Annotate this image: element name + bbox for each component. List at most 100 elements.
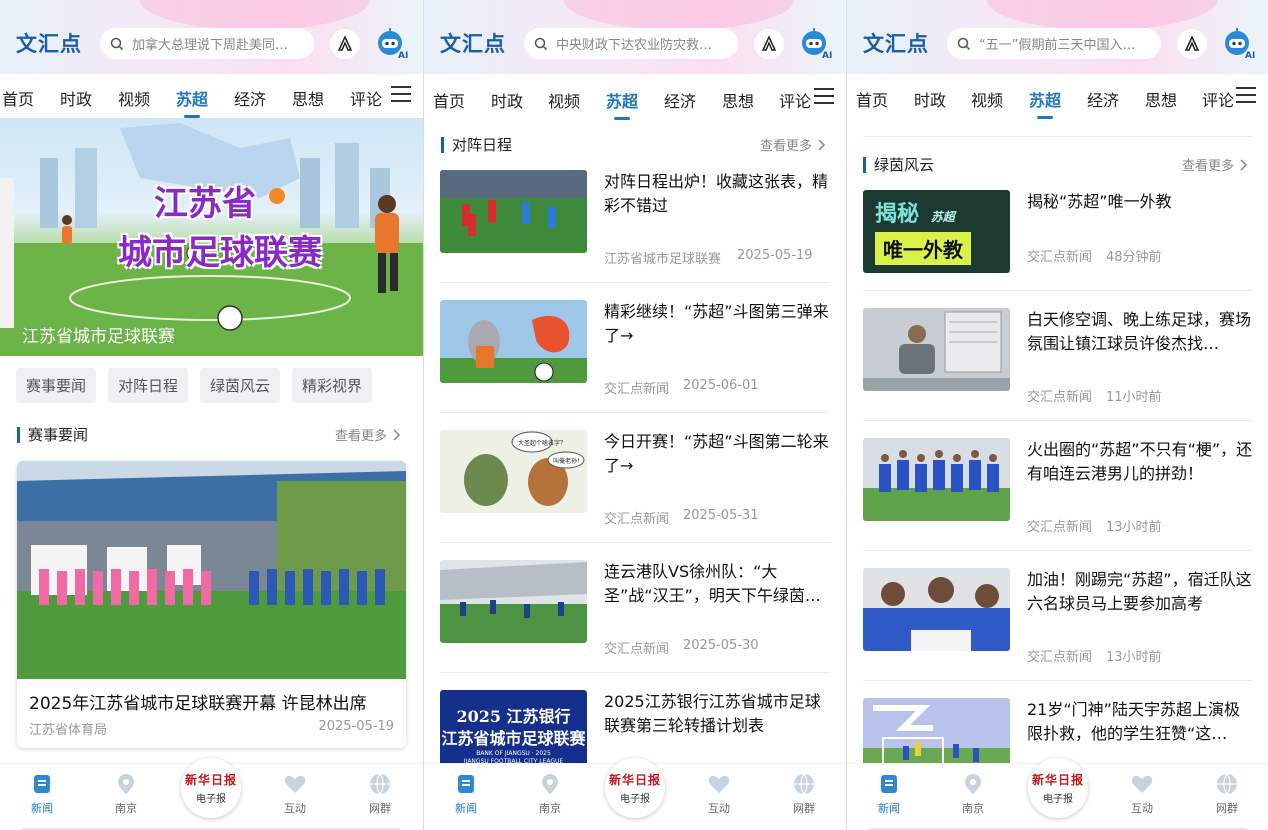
screen-1: 文汇点 加拿大总理说下周赴美同… AI 首页 时政 视频 苏超 经济 思想 评论	[0, 0, 423, 830]
tab-politics[interactable]: 时政	[60, 86, 92, 110]
header: 文汇点 中央财政下达农业防灾救… AI	[424, 0, 846, 74]
tab-politics[interactable]: 时政	[491, 88, 523, 112]
bottom-nav: 新闻 南京 新华日报 电子报 互动 网群	[0, 758, 423, 830]
item-time: 13小时前	[1106, 650, 1162, 665]
chip-schedule[interactable]: 对阵日程	[108, 368, 189, 403]
menu-icon[interactable]	[814, 88, 834, 106]
tab-home[interactable]: 首页	[433, 88, 465, 112]
news-card[interactable]: 2025年江苏省城市足球联赛开幕 许昆林出席 江苏省体育局 2025-05-19	[17, 461, 406, 748]
chip-green-field[interactable]: 绿茵风云	[200, 368, 281, 403]
item-thumbnail	[440, 300, 587, 383]
nav-epaper[interactable]: 新华日报 电子报	[605, 758, 665, 818]
app-logo[interactable]: 文汇点	[440, 28, 506, 58]
assistant-icon[interactable]	[754, 29, 784, 59]
nav-nanjing[interactable]: 南京	[948, 772, 998, 816]
tab-suchao[interactable]: 苏超	[1029, 87, 1061, 119]
tab-thought[interactable]: 思想	[292, 86, 324, 110]
item-thumbnail	[863, 438, 1010, 521]
search-icon	[110, 37, 124, 50]
chevron-right-icon	[1240, 158, 1248, 171]
divider	[863, 136, 1253, 137]
divider	[863, 420, 1253, 421]
thumb-line3: BANK OF JIANGSU · 2025	[476, 750, 551, 757]
app-logo[interactable]: 文汇点	[863, 28, 929, 58]
nav-interact[interactable]: 互动	[1117, 772, 1167, 816]
channel-tabs: 首页 时政 视频 苏超 经济 思想 评论	[0, 74, 423, 118]
tab-economy[interactable]: 经济	[664, 88, 696, 112]
hero-banner[interactable]: 江苏省 城市足球联赛 江苏省城市足球联赛	[0, 118, 423, 356]
item-title: 2025江苏银行江苏省城市足球联赛第三轮转播计划表	[604, 692, 821, 735]
nav-news[interactable]: 新闻	[17, 772, 67, 816]
tab-thought[interactable]: 思想	[722, 88, 754, 112]
divider	[440, 412, 830, 413]
chip-news[interactable]: 赛事要闻	[16, 368, 97, 403]
ai-robot-icon[interactable]: AI	[374, 26, 408, 61]
item-source: 交汇点新闻	[604, 642, 670, 657]
menu-icon[interactable]	[1236, 87, 1256, 105]
nav-nanjing[interactable]: 南京	[525, 772, 575, 816]
item-title: 对阵日程出炉！收藏这张表，精彩不错过	[604, 172, 829, 215]
app-logo[interactable]: 文汇点	[16, 28, 82, 58]
tab-video[interactable]: 视频	[118, 86, 150, 110]
see-more-link[interactable]: 查看更多	[1182, 155, 1248, 174]
tab-economy[interactable]: 经济	[234, 86, 266, 110]
see-more-label: 查看更多	[759, 139, 812, 154]
tab-video[interactable]: 视频	[548, 88, 580, 112]
see-more-link[interactable]: 查看更多	[335, 425, 401, 444]
chip-highlights[interactable]: 精彩视界	[292, 368, 373, 403]
tab-politics[interactable]: 时政	[914, 87, 946, 111]
nav-interact-label: 互动	[284, 802, 306, 815]
epaper-label: 电子报	[1043, 794, 1073, 805]
item-time: 48分钟前	[1106, 250, 1162, 265]
thumb-line2: 江苏省城市足球联赛	[441, 729, 586, 748]
tab-video[interactable]: 视频	[971, 87, 1003, 111]
tab-suchao[interactable]: 苏超	[176, 86, 208, 118]
channel-tabs: 首页 时政 视频 苏超 经济 思想 评论	[847, 75, 1268, 119]
ai-robot-icon[interactable]: AI	[798, 26, 832, 61]
nav-epaper[interactable]: 新华日报 电子报	[181, 758, 241, 818]
tab-commentary[interactable]: 评论	[350, 86, 382, 110]
item-source: 交汇点新闻	[604, 512, 670, 527]
menu-icon[interactable]	[391, 86, 411, 104]
nav-network-label: 网群	[1216, 802, 1238, 815]
nav-network[interactable]: 网群	[779, 772, 829, 816]
ai-robot-icon[interactable]: AI	[1221, 26, 1255, 61]
thumb-line1: 2025 江苏银行	[456, 707, 571, 726]
item-source: 交汇点新闻	[1027, 390, 1093, 405]
search-bar[interactable]: 中央财政下达农业防灾救…	[524, 28, 738, 59]
assistant-icon[interactable]	[330, 29, 360, 59]
tab-commentary[interactable]: 评论	[779, 88, 811, 112]
search-bar[interactable]: “五一”假期前三天中国入…	[947, 28, 1161, 59]
item-title: 白天修空调、晚上练足球，赛场氛围让镇江球员许俊杰找…	[1027, 310, 1252, 353]
nav-network[interactable]: 网群	[1202, 772, 1252, 816]
nav-interact-label: 互动	[708, 802, 730, 815]
tab-economy[interactable]: 经济	[1087, 87, 1119, 111]
hero-title: 江苏省 城市足球联赛	[100, 176, 340, 274]
nav-news[interactable]: 新闻	[864, 772, 914, 816]
section-chips: 赛事要闻 对阵日程 绿茵风云 精彩视界	[16, 368, 373, 403]
assistant-icon[interactable]	[1177, 29, 1207, 59]
heart-icon	[284, 775, 306, 793]
nav-news[interactable]: 新闻	[441, 772, 491, 816]
search-icon	[534, 37, 548, 50]
tab-home[interactable]: 首页	[2, 86, 34, 110]
item-time: 2025-06-01	[683, 378, 759, 393]
nav-nanjing[interactable]: 南京	[101, 772, 151, 816]
tab-thought[interactable]: 思想	[1145, 87, 1177, 111]
search-bar[interactable]: 加拿大总理说下周赴美同…	[100, 28, 314, 59]
item-thumbnail: 大圣起个啥名字？ 叫俺老孙！	[440, 430, 587, 513]
nav-network[interactable]: 网群	[355, 772, 405, 816]
nav-epaper[interactable]: 新华日报 电子报	[1028, 758, 1088, 818]
bubble-text-1: 大圣起个啥名字？	[518, 439, 566, 447]
tab-suchao[interactable]: 苏超	[606, 88, 638, 120]
see-more-link[interactable]: 查看更多	[760, 135, 826, 154]
nav-nanjing-label: 南京	[962, 802, 984, 815]
item-time: 11小时前	[1106, 390, 1162, 405]
epaper-logo: 新华日报	[608, 773, 661, 787]
nav-interact[interactable]: 互动	[270, 772, 320, 816]
nav-interact[interactable]: 互动	[694, 772, 744, 816]
tab-home[interactable]: 首页	[856, 87, 888, 111]
item-source: 江苏省城市足球联赛	[604, 252, 722, 267]
tab-commentary[interactable]: 评论	[1202, 87, 1234, 111]
item-source: 交汇点新闻	[1027, 650, 1093, 665]
